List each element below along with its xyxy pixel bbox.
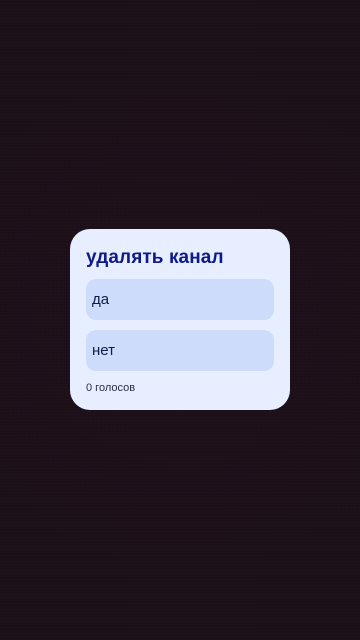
poll-option-label: нет (92, 342, 115, 359)
poll-option-label: да (92, 291, 110, 308)
vote-count: 0 голосов (86, 382, 136, 394)
poll-option-no[interactable]: нет (86, 330, 274, 371)
poll-option-yes[interactable]: да (86, 279, 274, 320)
poll-options: да нет (86, 279, 274, 371)
poll-card: удалять канал да нет 0 голосов (70, 229, 290, 410)
poll-title: удалять канал (86, 247, 224, 268)
